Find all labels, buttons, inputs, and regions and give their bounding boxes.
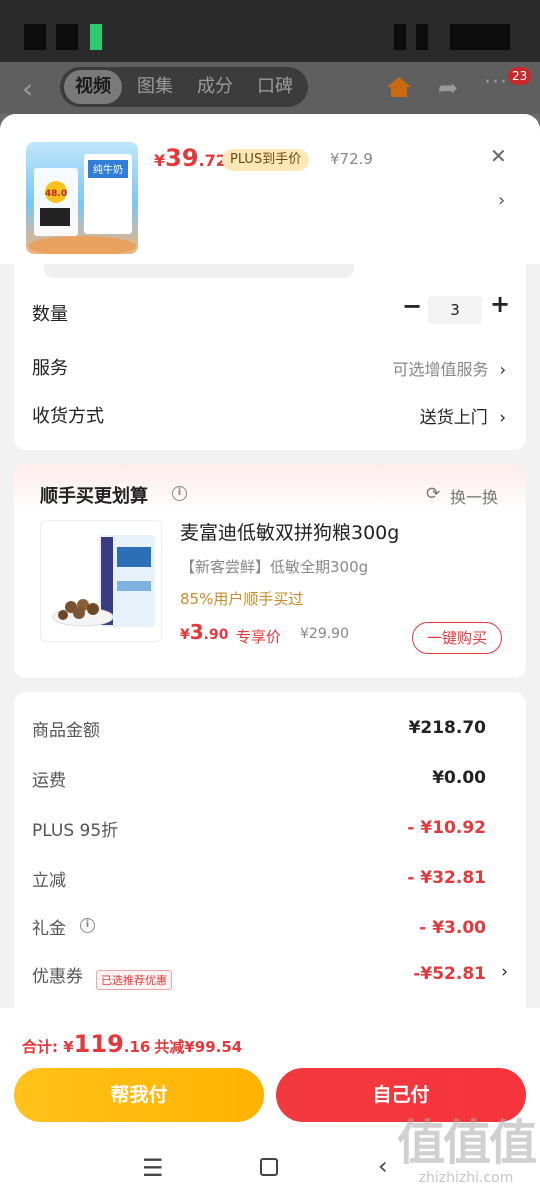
- status-indicator-icon: [90, 24, 102, 50]
- self-pay-button[interactable]: 自己付: [276, 1068, 526, 1122]
- product-thumbnail: 纯牛奶 48.0: [26, 142, 138, 254]
- service-value: 可选增值服务: [392, 360, 489, 379]
- menu-icon[interactable]: ☰: [142, 1154, 164, 1182]
- tab-reviews[interactable]: 口碑: [246, 67, 304, 107]
- tab-bar: 视频 图集 成分 口碑: [60, 67, 308, 107]
- variant-strip: [44, 264, 354, 278]
- summary-label: 礼金: [32, 919, 66, 939]
- delivery-row[interactable]: 送货上门 ›: [420, 403, 506, 428]
- watermark: 值值值 zhizhizhi.com: [396, 1115, 537, 1196]
- tab-video[interactable]: 视频: [64, 70, 122, 104]
- coupon-tag: 已选推荐优惠: [96, 970, 172, 990]
- product-price: ¥39.72: [154, 144, 227, 172]
- total-saved: 共减¥99.54: [154, 1038, 243, 1056]
- quantity-input[interactable]: 3: [428, 296, 482, 324]
- summary-label: 优惠券: [32, 967, 83, 987]
- status-icon: [56, 24, 78, 50]
- summary-label: PLUS 95折: [32, 821, 119, 841]
- upsell-item-name[interactable]: 麦富迪低敏双拼狗粮300g: [180, 518, 399, 545]
- summary-value: ¥218.70: [408, 718, 486, 738]
- more-icon[interactable]: ···: [484, 70, 508, 95]
- close-icon[interactable]: ✕: [490, 144, 507, 168]
- upsell-original-price: ¥29.90: [300, 626, 349, 642]
- product-header: 纯牛奶 48.0 ¥39.72 PLUS到手价 ¥72.9 ✕ ›: [0, 114, 540, 264]
- plus-price-tag: PLUS到手价: [222, 149, 310, 171]
- share-icon[interactable]: ➦: [438, 74, 458, 102]
- refresh-icon[interactable]: ⟳: [426, 484, 440, 504]
- summary-label: 商品金额: [32, 721, 100, 741]
- product-top-nav: ‹ 视频 图集 成分 口碑 ➦ ··· 23: [0, 62, 540, 114]
- quantity-plus-button[interactable]: +: [490, 290, 510, 318]
- upsell-item-sub: 【新客尝鲜】低敏全期300g: [180, 558, 369, 576]
- total-row: 合计: ¥119.16 共减¥99.54: [22, 1030, 243, 1058]
- back-icon[interactable]: ‹: [378, 1152, 388, 1180]
- upsell-price: ¥3.90: [180, 620, 229, 644]
- chevron-right-icon[interactable]: ›: [501, 962, 508, 982]
- original-price: ¥72.9: [330, 150, 373, 168]
- delivery-label: 收货方式: [32, 406, 104, 427]
- chevron-right-icon: ›: [499, 408, 506, 428]
- summary-label: 立减: [32, 871, 66, 891]
- thumb-brand-text: 纯牛奶: [93, 163, 123, 176]
- watermark-site: zhizhizhi.com: [418, 1170, 514, 1186]
- chevron-right-icon: ›: [499, 360, 506, 379]
- upsell-card: 顺手买更划算 i ⟳ 换一换 麦富迪低敏双拼狗粮300g 【新客尝鲜】低敏全期3…: [14, 464, 526, 678]
- home-icon[interactable]: [386, 76, 412, 98]
- status-icon: [394, 24, 406, 50]
- one-click-buy-button[interactable]: 一键购买: [412, 622, 502, 654]
- info-icon[interactable]: i: [80, 918, 95, 933]
- tab-gallery[interactable]: 图集: [126, 67, 184, 107]
- tab-ingredients[interactable]: 成分: [186, 67, 244, 107]
- service-row[interactable]: 可选增值服务 ›: [392, 356, 506, 380]
- upsell-item-stat: 85%用户顺手买过: [180, 590, 304, 608]
- service-label: 服务: [32, 358, 68, 379]
- thumb-price-text: 48.0: [45, 189, 67, 199]
- summary-value: ¥0.00: [432, 768, 486, 788]
- chevron-right-icon[interactable]: ›: [498, 190, 505, 211]
- help-pay-button[interactable]: 帮我付: [14, 1068, 264, 1122]
- quantity-label: 数量: [32, 304, 68, 325]
- delivery-value: 送货上门: [419, 408, 488, 428]
- total-label: 合计:: [22, 1038, 64, 1056]
- upsell-thumbnail[interactable]: [40, 520, 162, 642]
- upsell-title: 顺手买更划算: [40, 486, 148, 507]
- status-bar: [0, 0, 540, 62]
- home-button-icon[interactable]: [260, 1158, 278, 1176]
- refresh-button[interactable]: 换一换: [450, 484, 498, 508]
- cart-badge: 23: [508, 67, 532, 85]
- options-card: 数量 − 3 + 服务 可选增值服务 › 收货方式 送货上门 ›: [14, 264, 526, 450]
- status-icon: [416, 24, 428, 50]
- coupon-value[interactable]: -¥52.81: [413, 964, 486, 984]
- quantity-minus-button[interactable]: −: [402, 292, 422, 320]
- back-icon[interactable]: ‹: [22, 72, 33, 105]
- watermark-logo: 值值值: [396, 1115, 537, 1171]
- summary-value: - ¥3.00: [419, 918, 486, 938]
- summary-label: 运费: [32, 771, 66, 791]
- status-icon: [24, 24, 46, 50]
- price-summary-card: 商品金额 ¥218.70 运费 ¥0.00 PLUS 95折 - ¥10.92 …: [14, 692, 526, 1032]
- upsell-price-label: 专享价: [236, 628, 282, 646]
- summary-value: - ¥10.92: [407, 818, 486, 838]
- battery-icon: [450, 24, 510, 50]
- info-icon[interactable]: i: [172, 486, 187, 501]
- summary-value: - ¥32.81: [407, 868, 486, 888]
- purchase-sheet: 纯牛奶 48.0 ¥39.72 PLUS到手价 ¥72.9 ✕ › 数量 − 3…: [0, 114, 540, 1200]
